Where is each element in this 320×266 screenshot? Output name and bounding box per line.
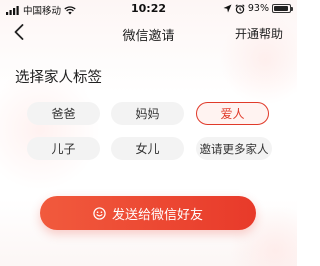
tag-label: 爱人: [220, 107, 245, 121]
tag-dad[interactable]: 爸爸: [27, 102, 100, 125]
status-right: 93%: [223, 3, 293, 14]
battery-percent: 93%: [247, 3, 269, 14]
battery-fill: [274, 6, 288, 11]
tag-spouse[interactable]: 爱人: [196, 102, 269, 125]
tag-label: 邀请更多家人: [199, 141, 269, 156]
tag-daughter[interactable]: 女儿: [111, 137, 184, 160]
tag-label: 女儿: [135, 142, 160, 156]
help-link[interactable]: 开通帮助: [235, 25, 283, 42]
tag-invite-more[interactable]: 邀请更多家人: [196, 137, 272, 160]
tag-label: 妈妈: [135, 107, 160, 121]
send-button-label: 发送给微信好友: [111, 207, 203, 223]
smile-icon: [93, 206, 106, 220]
section-title: 选择家人标签: [15, 70, 102, 86]
tag-label: 爸爸: [51, 107, 76, 121]
location-icon: [223, 4, 232, 13]
nav-bar: 微信邀请 开通帮助: [0, 18, 297, 48]
tag-label: 儿子: [51, 142, 76, 156]
tag-mom[interactable]: 妈妈: [111, 102, 184, 125]
tag-son[interactable]: 儿子: [27, 137, 100, 160]
battery-icon: [272, 4, 293, 13]
send-to-wechat-button[interactable]: 发送给微信好友: [40, 196, 256, 230]
status-bar: 中国移动 10:22 93%: [0, 0, 297, 18]
alarm-icon: [235, 3, 245, 14]
